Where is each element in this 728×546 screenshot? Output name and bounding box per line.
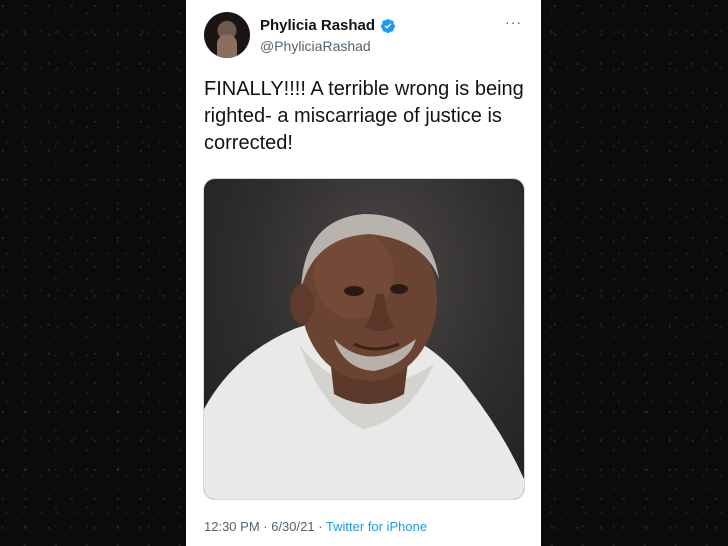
author-name[interactable]: Phylicia Rashad [260, 17, 375, 34]
tweet-timestamp: 12:30 PM · 6/30/21 · Twitter for iPhone [204, 519, 427, 534]
tweet-text: FINALLY!!!! A terrible wrong is being ri… [204, 78, 524, 154]
tweet-time[interactable]: 12:30 PM [204, 519, 260, 534]
verified-badge-icon [380, 18, 396, 34]
tweet-header: Phylicia Rashad @PhyliciaRashad ··· [204, 12, 524, 60]
separator: · [314, 519, 326, 534]
tweet-card[interactable]: Phylicia Rashad @PhyliciaRashad ··· FINA… [186, 0, 541, 546]
more-options-icon[interactable]: ··· [505, 14, 522, 30]
tweet-photo[interactable] [203, 178, 525, 500]
portrait-illustration [204, 214, 524, 499]
separator: · [259, 519, 272, 534]
tweet-date[interactable]: 6/30/21 [271, 519, 314, 534]
author-name-row: Phylicia Rashad [260, 17, 396, 34]
tweet-source-link[interactable]: Twitter for iPhone [326, 519, 427, 534]
avatar[interactable] [204, 12, 250, 58]
author-handle[interactable]: @PhyliciaRashad [260, 38, 371, 54]
